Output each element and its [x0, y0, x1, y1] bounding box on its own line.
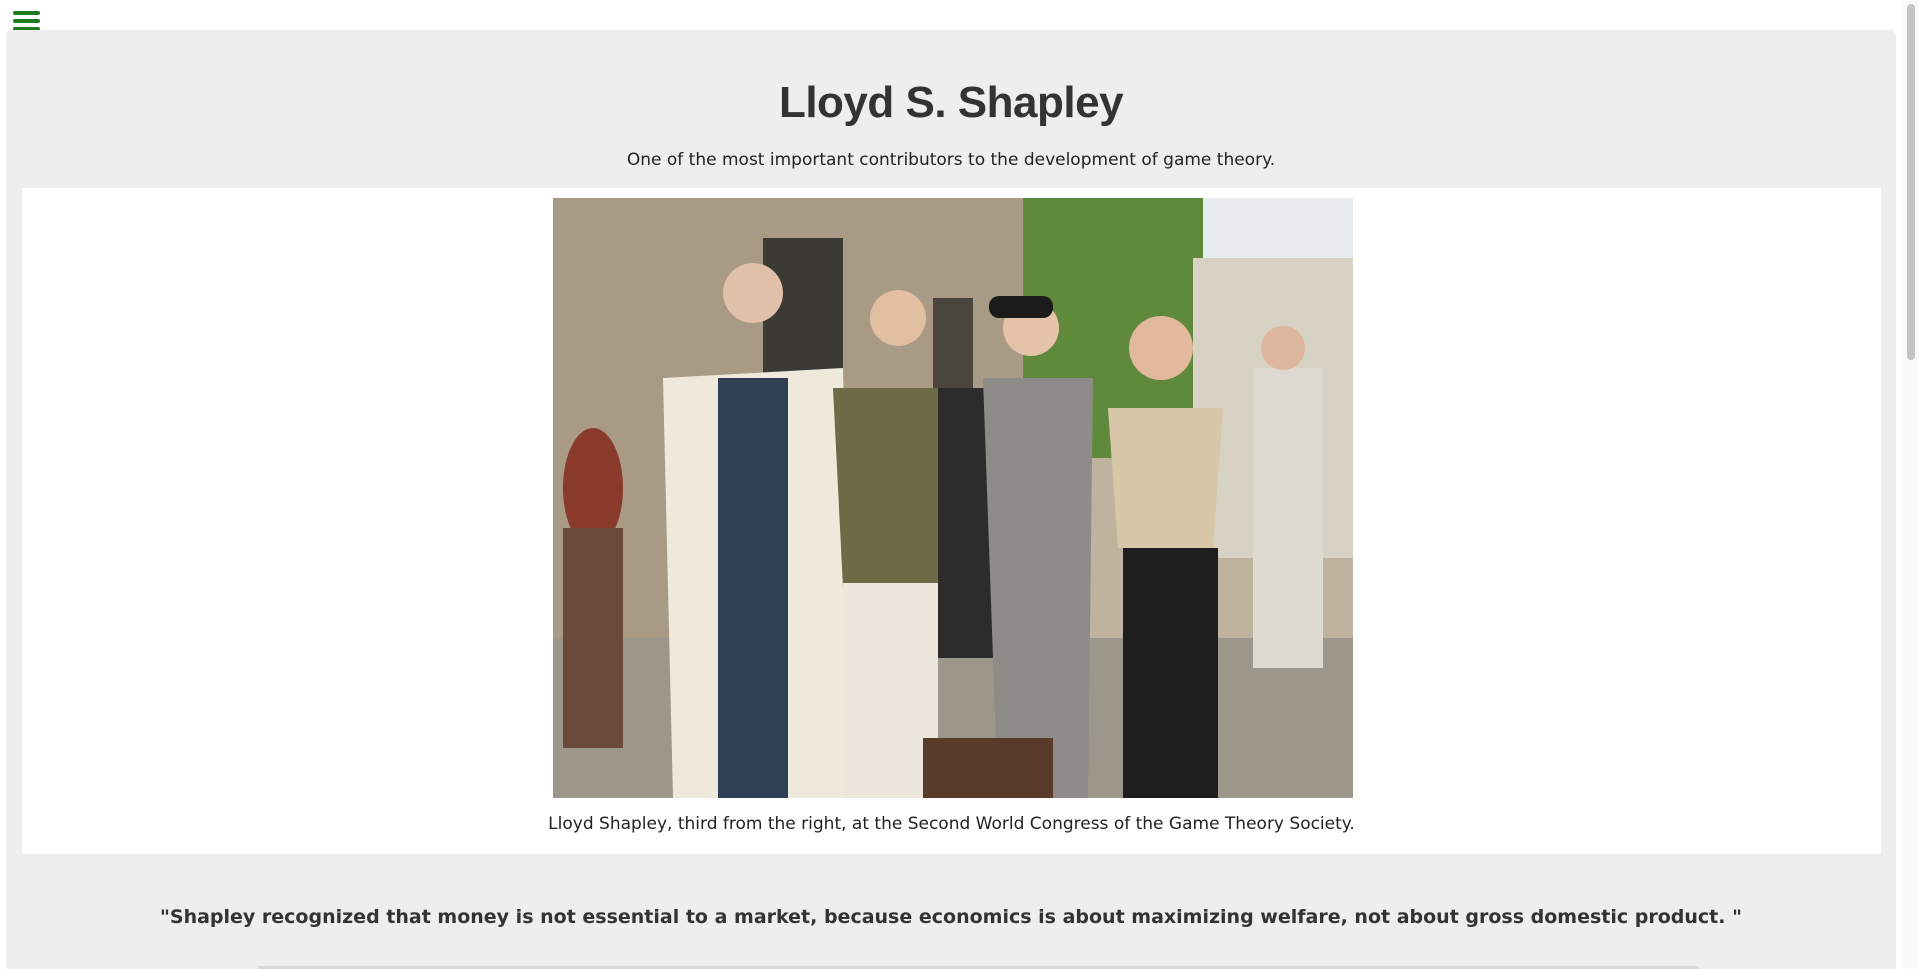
page-title: Lloyd S. Shapley	[778, 78, 1124, 127]
vertical-scrollbar[interactable]	[1903, 0, 1919, 969]
hamburger-menu-icon	[13, 11, 40, 15]
group-photo	[553, 198, 1353, 798]
page-subtitle: One of the most important contributors t…	[626, 150, 1276, 170]
photo-figure: Lloyd Shapley, third from the right, at …	[22, 188, 1881, 854]
scrollbar-thumb[interactable]	[1907, 4, 1915, 360]
quote-text: "Shapley recognized that money is not es…	[159, 906, 1742, 928]
main-panel: Lloyd S. Shapley One of the most importa…	[6, 30, 1896, 969]
photo-caption: Lloyd Shapley, third from the right, at …	[548, 814, 1355, 834]
